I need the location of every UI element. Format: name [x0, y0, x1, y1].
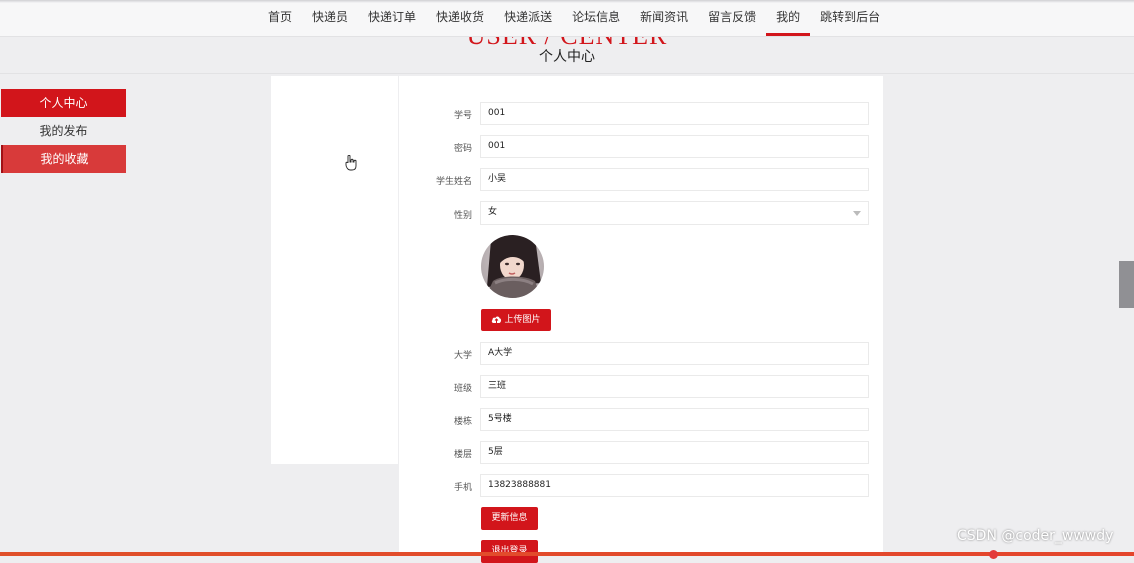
gender-label: 性别 [453, 211, 472, 221]
building-label: 楼栋 [453, 417, 472, 427]
password-field[interactable]: 001 [480, 135, 869, 158]
cloud-upload-icon [492, 316, 502, 323]
chevron-down-icon [853, 211, 861, 216]
progress-handle[interactable] [989, 550, 998, 559]
sidebar-item-personal-center[interactable]: 个人中心 [1, 89, 126, 117]
upload-button-label: 上传图片 [504, 315, 541, 325]
hand-cursor-icon [345, 155, 357, 171]
sidebar-item-my-posts[interactable]: 我的发布 [1, 117, 126, 145]
student-name-field[interactable]: 小吴 [480, 168, 869, 191]
upload-image-button[interactable]: 上传图片 [481, 309, 551, 331]
scrollbar-thumb[interactable] [1119, 261, 1134, 308]
page-banner: USER / CENTER 个人中心 [0, 36, 1134, 74]
update-info-button[interactable]: 更新信息 [481, 507, 538, 530]
video-progress-bar[interactable] [0, 552, 1134, 556]
top-navbar: 首页 快递员 快递订单 快递收货 快递派送 论坛信息 新闻资讯 留言反馈 我的 … [0, 0, 1134, 36]
student-id-label: 学号 [453, 111, 472, 121]
nav-admin[interactable]: 跳转到后台 [810, 0, 890, 36]
watermark: CSDN @coder_wwwdy [957, 528, 1114, 544]
nav-forum[interactable]: 论坛信息 [562, 0, 630, 36]
phone-field[interactable]: 13823888881 [480, 474, 869, 497]
university-field[interactable]: A大学 [480, 342, 869, 365]
nav-express-delivery[interactable]: 快递派送 [494, 0, 562, 36]
phone-label: 手机 [453, 483, 472, 493]
gender-select-value: 女 [488, 207, 498, 217]
nav-express-orders[interactable]: 快递订单 [358, 0, 426, 36]
gender-select[interactable]: 女 [480, 201, 869, 225]
student-name-label: 学生姓名 [435, 177, 472, 187]
floor-field[interactable]: 5层 [480, 441, 869, 464]
class-field[interactable]: 三班 [480, 375, 869, 398]
student-id-field[interactable]: 001 [480, 102, 869, 125]
main-nav: 首页 快递员 快递订单 快递收货 快递派送 论坛信息 新闻资讯 留言反馈 我的 … [258, 0, 890, 36]
class-label: 班级 [453, 384, 472, 394]
nav-couriers[interactable]: 快递员 [302, 0, 358, 36]
nav-express-receive[interactable]: 快递收货 [426, 0, 494, 36]
nav-news[interactable]: 新闻资讯 [630, 0, 698, 36]
avatar [481, 235, 544, 298]
password-label: 密码 [453, 144, 472, 154]
nav-feedback[interactable]: 留言反馈 [698, 0, 766, 36]
page-title: 个人中心 [539, 49, 595, 65]
building-field[interactable]: 5号楼 [480, 408, 869, 431]
university-label: 大学 [453, 351, 472, 361]
nav-mine[interactable]: 我的 [766, 0, 811, 36]
sidebar [271, 76, 398, 464]
nav-home[interactable]: 首页 [258, 0, 302, 36]
floor-label: 楼层 [453, 450, 472, 460]
sidebar-item-my-favorites[interactable]: 我的收藏 [1, 145, 126, 173]
